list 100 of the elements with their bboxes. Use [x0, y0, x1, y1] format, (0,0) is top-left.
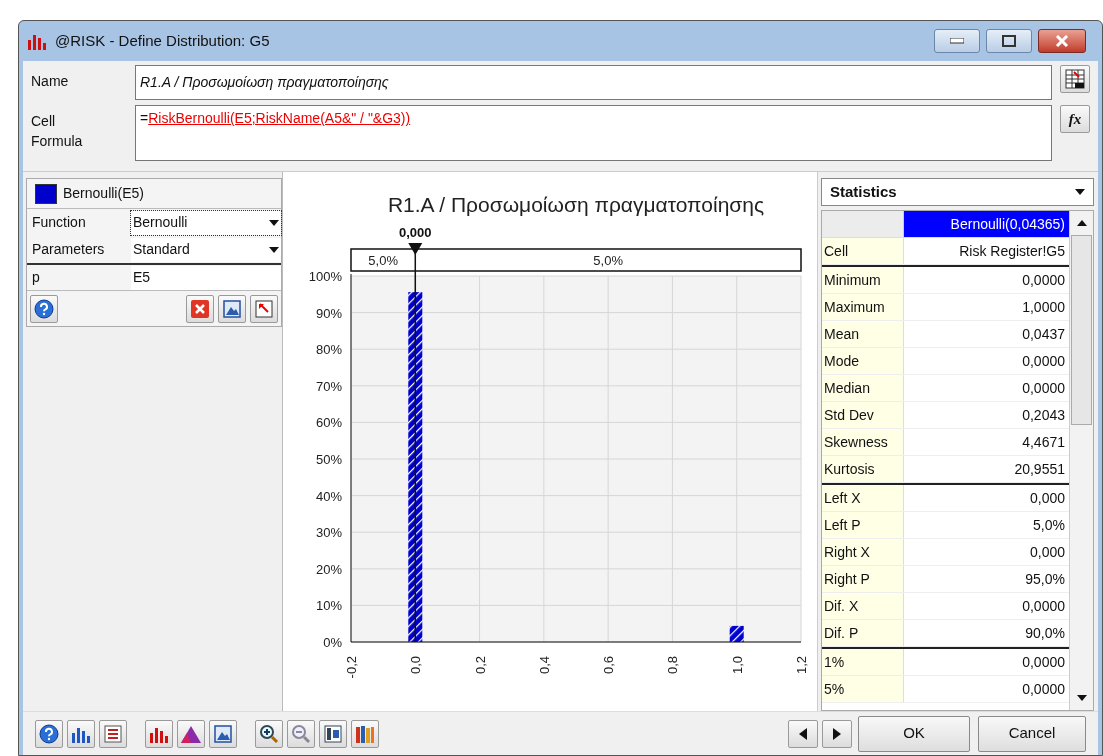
- y-tick-label: 90%: [315, 305, 342, 321]
- statistic-label: Dif. X: [822, 593, 904, 619]
- statistic-value: 0,0437: [1021, 325, 1066, 344]
- histogram-button[interactable]: [145, 719, 173, 748]
- x-tick-label: 0,0: [408, 656, 424, 675]
- help-icon: [34, 298, 54, 319]
- dropdown-caret-icon: [269, 246, 279, 253]
- y-tick-label: 60%: [315, 415, 342, 431]
- layout-icon: [324, 724, 342, 743]
- grid-icon: [1065, 69, 1085, 89]
- report-button[interactable]: [99, 719, 127, 748]
- statistic-label: Mode: [822, 348, 904, 374]
- statistic-value: 0,2043: [1021, 406, 1066, 425]
- statistic-value: Risk Register!G5: [958, 242, 1066, 261]
- maximize-button[interactable]: [986, 29, 1032, 53]
- maximize-icon: [1002, 35, 1016, 47]
- y-tick-label: 10%: [315, 598, 342, 614]
- x-tick-label: 0,2: [472, 656, 488, 675]
- parameter-label: Parameters: [31, 240, 106, 259]
- image-icon: [214, 724, 232, 743]
- parameter-dropdown[interactable]: Standard: [131, 237, 281, 262]
- y-tick-label: 70%: [315, 378, 342, 394]
- help-button[interactable]: [35, 719, 63, 748]
- layout-button[interactable]: [319, 719, 347, 748]
- dropdown-caret-icon: [269, 219, 279, 226]
- report-icon: [104, 724, 122, 743]
- statistics-dropdown[interactable]: Statistics: [821, 178, 1094, 206]
- zoom-in-icon: [259, 723, 279, 744]
- statistic-label: 1%: [822, 649, 904, 675]
- image-icon: [223, 299, 241, 318]
- right-arrow-icon: [833, 727, 841, 740]
- graph-button[interactable]: [218, 294, 246, 323]
- x-tick-label: 1,0: [729, 656, 745, 675]
- graph-options-button[interactable]: [67, 719, 95, 748]
- statistic-label: Left P: [822, 512, 904, 538]
- statistic-value: 1,0000: [1021, 298, 1066, 317]
- close-icon: [1055, 35, 1069, 47]
- statistic-value: 95,0%: [1024, 570, 1066, 589]
- help-icon: [39, 723, 59, 744]
- y-tick-label: 20%: [315, 561, 342, 577]
- minimize-button[interactable]: [934, 29, 980, 53]
- formula-label: Cell: [31, 112, 57, 131]
- statistic-value: 0,0000: [1021, 352, 1066, 371]
- library-button[interactable]: [351, 719, 379, 748]
- parameter-value-field[interactable]: E5: [131, 265, 281, 290]
- y-tick-label: 100%: [308, 269, 342, 284]
- x-tick-label: -0,2: [344, 656, 359, 679]
- delimiter-value: 0,000: [399, 225, 432, 240]
- mountain-icon: [181, 724, 201, 743]
- statistic-label: Minimum: [822, 267, 904, 293]
- statistic-label: Kurtosis: [822, 456, 904, 482]
- x-tick-label: 0,6: [601, 656, 617, 675]
- statistic-label: Left X: [822, 485, 904, 511]
- ok-button[interactable]: OK: [858, 715, 970, 752]
- left-arrow-icon: [799, 727, 807, 740]
- name-label: Name: [31, 72, 70, 91]
- y-tick-label: 30%: [315, 525, 342, 541]
- select-cell-button[interactable]: [1060, 65, 1090, 93]
- statistic-label: Maximum: [822, 294, 904, 320]
- statistic-label: Cell: [822, 238, 904, 264]
- statistic-value: 0,000: [1028, 489, 1066, 508]
- window-title: @RISK - Define Distribution: G5: [55, 30, 270, 51]
- cell-reference-button[interactable]: [250, 294, 278, 323]
- x-tick-label: 1,2: [794, 656, 809, 675]
- delete-button[interactable]: [186, 294, 214, 323]
- statistic-label: Median: [822, 375, 904, 401]
- chart-title: R1.A / Προσωμοίωση πραγματοποίησης: [387, 193, 765, 216]
- density-button[interactable]: [177, 719, 205, 748]
- statistic-value: 90,0%: [1024, 624, 1066, 643]
- cancel-button[interactable]: Cancel: [978, 715, 1086, 752]
- cumulative-button[interactable]: [209, 719, 237, 748]
- function-icon: fx: [1068, 107, 1082, 131]
- statistic-label: 5%: [822, 676, 904, 702]
- close-button[interactable]: [1038, 29, 1086, 53]
- left-share-label: 5,0%: [368, 253, 398, 268]
- statistic-value: 0,0000: [1021, 597, 1066, 616]
- parameter-label: p: [31, 268, 41, 287]
- statistic-label: Std Dev: [822, 402, 904, 428]
- formula-field[interactable]: =RiskBernoulli(E5;RiskName(A5&" / "&G3)): [135, 105, 1052, 161]
- scrollbar[interactable]: [1069, 211, 1093, 710]
- statistic-value: 0,0000: [1021, 680, 1066, 699]
- help-button[interactable]: [30, 294, 58, 323]
- name-field[interactable]: R1.A / Προσωμοίωση πραγματοποίησης: [135, 65, 1052, 100]
- dropdown-caret-icon: [1075, 189, 1085, 195]
- parameter-label: Function: [31, 213, 87, 232]
- minimize-icon: [950, 38, 964, 44]
- right-share-label: 5,0%: [593, 253, 623, 268]
- statistic-value: 0,0000: [1021, 379, 1066, 398]
- statistic-label: Skewness: [822, 429, 904, 455]
- formula-label: Formula: [31, 132, 84, 151]
- scroll-down-icon: [1076, 695, 1087, 701]
- statistic-value: 4,4671: [1021, 433, 1066, 452]
- books-icon: [355, 724, 375, 743]
- previous-button[interactable]: [788, 719, 818, 748]
- parameter-dropdown[interactable]: Bernoulli: [131, 210, 281, 235]
- column-header: Bernoulli(0,04365): [904, 211, 1069, 237]
- next-button[interactable]: [822, 719, 852, 748]
- distribution-header: Bernoulli(E5): [63, 184, 144, 203]
- zoom-in-button[interactable]: [255, 719, 283, 748]
- insert-function-button[interactable]: fx: [1060, 105, 1090, 133]
